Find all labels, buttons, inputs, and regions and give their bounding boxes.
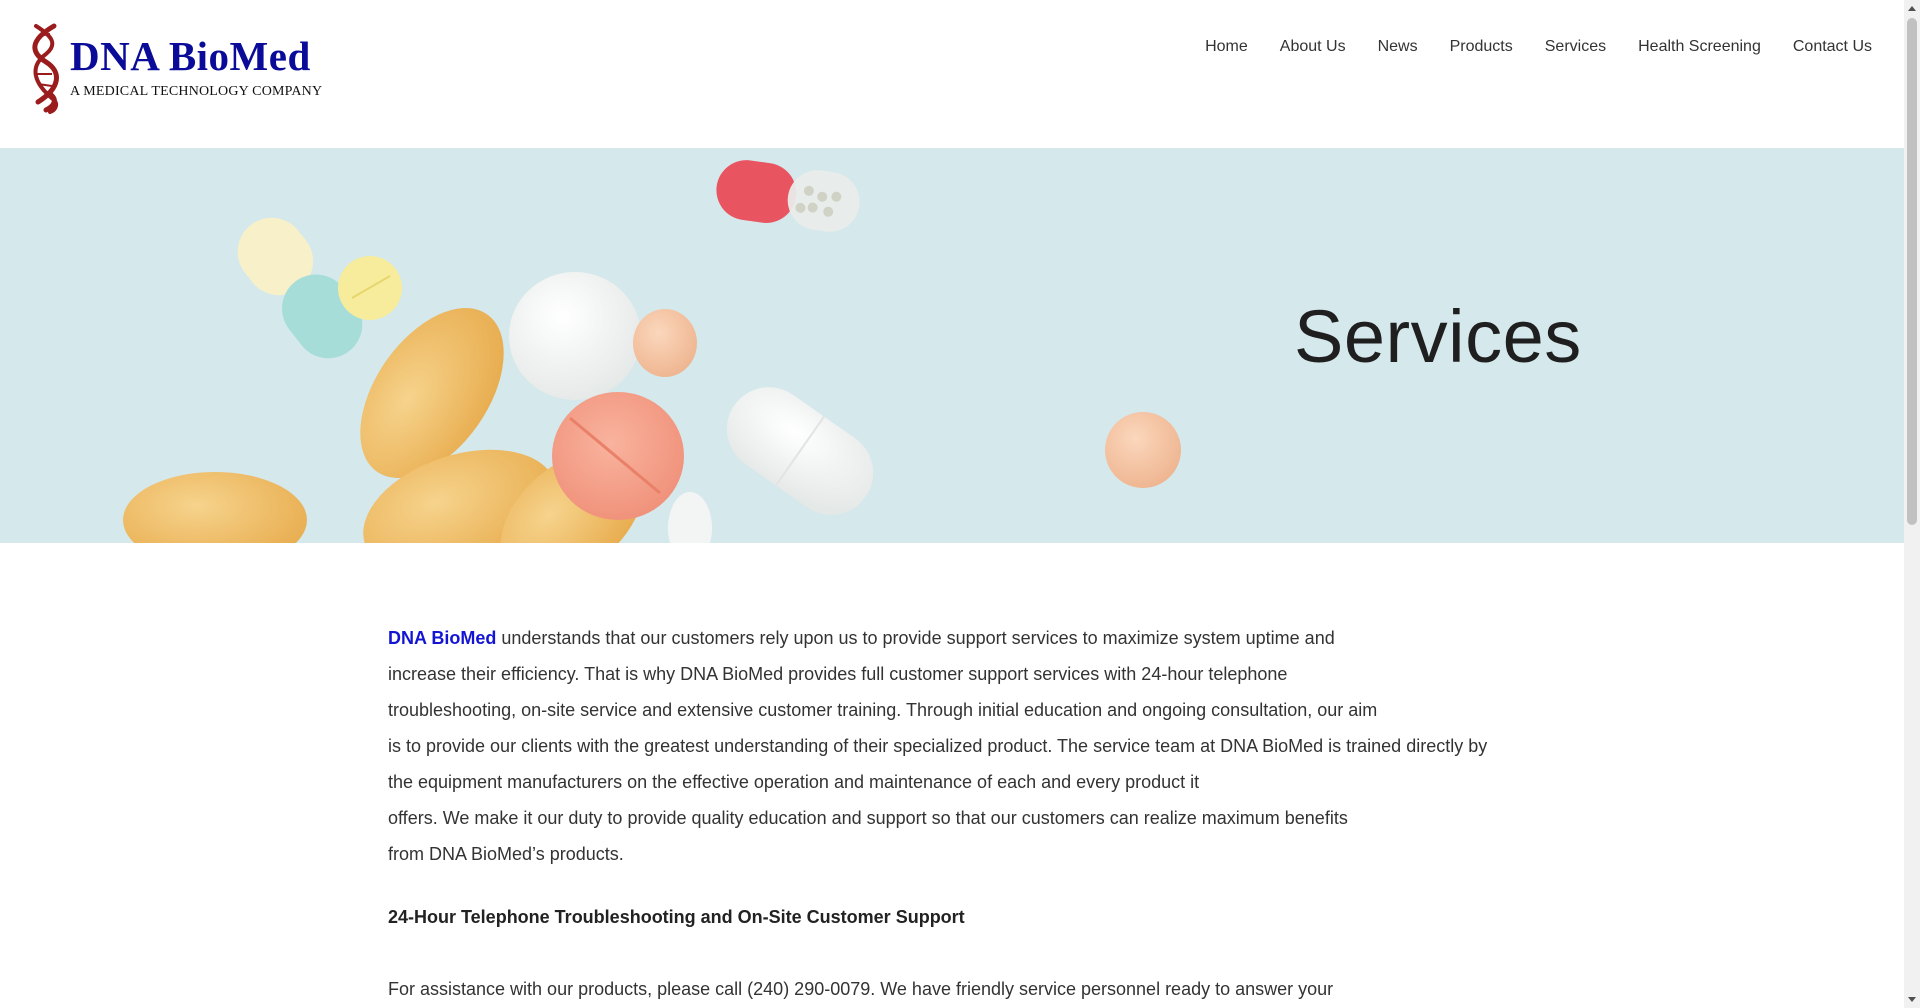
nav-health-screening[interactable]: Health Screening — [1622, 36, 1777, 58]
nav-services[interactable]: Services — [1529, 36, 1622, 58]
hero-banner: Services — [0, 148, 1904, 543]
scrollbar-thumb[interactable] — [1907, 18, 1917, 525]
intro-line-1-text: understands that our customers rely upon… — [496, 628, 1335, 648]
nav-products[interactable]: Products — [1434, 36, 1529, 58]
page-title: Services — [1294, 295, 1582, 378]
main-nav: Home About Us News Products Services Hea… — [1189, 36, 1888, 58]
page-scrollbar[interactable] — [1904, 0, 1920, 1008]
intro-line-1: DNA BioMed understands that our customer… — [388, 620, 1498, 656]
logo-subtitle: A MEDICAL TECHNOLOGY COMPANY — [70, 84, 323, 99]
brand-link[interactable]: DNA BioMed — [388, 628, 496, 648]
site-header: DNA BioMed A MEDICAL TECHNOLOGY COMPANY … — [0, 0, 1904, 148]
logo-title: DNA BioMed — [70, 33, 311, 79]
intro-line: offers. We make it our duty to provide q… — [388, 808, 1348, 828]
dna-helix-icon — [32, 23, 59, 114]
support-paragraph: For assistance with our products, please… — [388, 979, 1334, 999]
intro-line: the equipment manufacturers on the effec… — [388, 772, 1200, 792]
scroll-up-arrow-icon[interactable] — [1904, 0, 1920, 16]
nav-contact-us[interactable]: Contact Us — [1777, 36, 1888, 58]
intro-line: from DNA BioMed’s products. — [388, 844, 624, 864]
pills-photo — [123, 160, 1181, 543]
nav-news[interactable]: News — [1362, 36, 1434, 58]
section-heading: 24-Hour Telephone Troubleshooting and On… — [388, 907, 965, 927]
intro-line: is to provide our clients with the great… — [388, 736, 1488, 756]
site-logo[interactable]: DNA BioMed A MEDICAL TECHNOLOGY COMPANY — [24, 22, 334, 118]
scroll-down-arrow-icon[interactable] — [1904, 992, 1920, 1008]
nav-about-us[interactable]: About Us — [1264, 36, 1362, 58]
nav-home[interactable]: Home — [1189, 36, 1264, 58]
intro-line: increase their efficiency. That is why D… — [388, 664, 1288, 684]
intro-line: troubleshooting, on-site service and ext… — [388, 700, 1378, 720]
intro-paragraph: DNA BioMed understands that our customer… — [388, 620, 1498, 872]
main-content: DNA BioMed understands that our customer… — [388, 620, 1498, 1004]
